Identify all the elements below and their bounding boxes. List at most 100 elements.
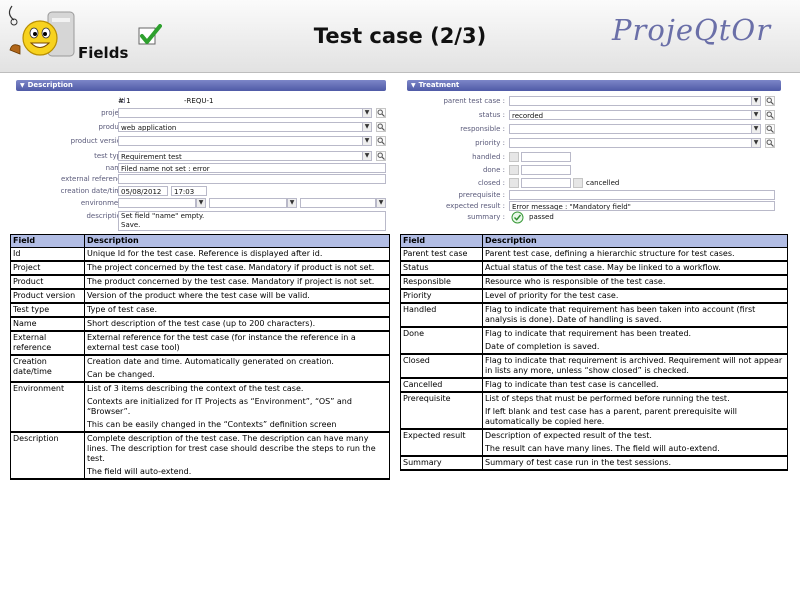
field-cell: Creation date/time [10,354,85,383]
field-cell: Test type [10,302,85,318]
chevron-down-icon[interactable]: ▼ [362,136,372,146]
handled-row: handled : [407,151,779,163]
parent-test-case-label: parent test case : [443,97,505,105]
chevron-down-icon[interactable]: ▼ [287,198,297,208]
closed-date-input[interactable] [521,178,571,188]
field-cell: Environment [10,381,85,433]
search-icon[interactable] [765,124,775,134]
test-type-row: test type : Requirement test ▼ [16,150,386,162]
search-icon[interactable] [765,138,775,148]
description-cell: The product concerned by the test case. … [84,274,390,290]
chevron-down-icon[interactable]: ▼ [362,151,372,161]
description-section-title: Description [27,81,73,89]
done-checkbox[interactable] [509,165,519,175]
description-paragraph: If left blank and test case has a parent… [485,407,738,426]
browser-select[interactable] [300,198,376,208]
table-header-row: Field Description [10,234,390,248]
treatment-section-title: Treatment [418,81,460,89]
parent-test-case-select[interactable] [509,96,752,106]
fields-label: Fields [78,44,129,62]
description-cell: Flag to indicate that requirement has be… [482,326,788,355]
status-row: status : recorded ▼ [407,109,779,121]
description-paragraph: Description of expected result of the te… [485,431,652,440]
prerequisite-textarea[interactable] [509,190,775,200]
cancelled-label: cancelled [586,179,620,187]
project-row: project : ▼ [16,107,386,119]
table-row: Closed Flag to indicate that requirement … [400,353,788,379]
table-row: Expected result Description of expected r… [400,428,788,457]
right-field-description-table: Field Description Parent test case Parent… [400,234,788,471]
description-section-header[interactable]: ▼ Description [16,80,386,91]
description-cell: Type of test case. [84,302,390,318]
field-cell: Project [10,260,85,276]
field-cell: Name [10,316,85,332]
os-select[interactable] [209,198,287,208]
field-cell: Expected result [400,428,483,457]
creation-date-input[interactable]: 05/08/2012 [118,186,168,196]
search-icon[interactable] [376,151,386,161]
responsible-select[interactable] [509,124,752,134]
expected-result-textarea[interactable]: Error message : "Mandatory field" [509,201,775,211]
name-input[interactable]: Filed name not set : error [118,163,386,173]
description-cell: The project concerned by the test case. … [84,260,390,276]
closed-checkbox[interactable] [509,178,519,188]
description-cell: Flag to indicate that requirement has be… [482,302,788,328]
table-header-row: Field Description [400,234,788,248]
description-paragraph: Unique Id for the test case. Reference i… [87,249,323,258]
table-row: Prerequisite List of steps that must be p… [400,391,788,430]
handled-label: handled : [472,153,505,161]
handled-date-input[interactable] [521,152,571,162]
product-version-select[interactable] [118,136,363,146]
product-select[interactable]: web application [118,122,363,132]
project-select[interactable] [118,108,363,118]
table-row: Cancelled Flag to indicate than test case… [400,377,788,393]
description-cell: Description of expected result of the te… [482,428,788,457]
chevron-down-icon[interactable]: ▼ [751,96,761,106]
table-row: Summary Summary of test case run in the t… [400,455,788,471]
description-line: Save. [121,221,141,229]
responsible-row: responsible : ▼ [407,123,779,135]
chevron-down-icon[interactable]: ▼ [362,108,372,118]
table-row: External reference External reference for… [10,330,390,356]
table-row: Environment List of 3 items describing th… [10,381,390,433]
description-cell: Summary of test case run in the test ses… [482,455,788,471]
search-icon[interactable] [765,110,775,120]
description-cell: Complete description of the test case. T… [84,431,390,480]
chevron-down-icon[interactable]: ▼ [751,124,761,134]
right-table-body: Parent test case Parent test case, defini… [400,247,788,471]
closed-label: closed : [477,179,505,187]
external-reference-input[interactable] [118,174,386,184]
done-date-input[interactable] [521,165,571,175]
chevron-down-icon[interactable]: ▼ [376,198,386,208]
field-cell: Parent test case [400,247,483,262]
field-cell: Id [10,247,85,262]
search-icon[interactable] [376,122,386,132]
left-table-body: Id Unique Id for the test case. Reference… [10,247,390,480]
chevron-down-icon[interactable]: ▼ [196,198,206,208]
search-icon[interactable] [376,136,386,146]
description-paragraph: Version of the product where the test ca… [87,291,310,300]
chevron-down-icon[interactable]: ▼ [362,122,372,132]
chevron-down-icon[interactable]: ▼ [751,110,761,120]
creation-time-input[interactable]: 17:03 [171,186,207,196]
treatment-section-header[interactable]: ▼ Treatment [407,80,781,91]
brand-logo-text: ProjeQtOr [612,13,772,47]
priority-select[interactable] [509,138,752,148]
cancelled-checkbox[interactable] [573,178,583,188]
test-type-select[interactable]: Requirement test [118,151,363,161]
handled-checkbox[interactable] [509,152,519,162]
description-paragraph: Flag to indicate than test case is cance… [485,380,659,389]
field-cell: Prerequisite [400,391,483,430]
status-select[interactable]: recorded [509,110,752,120]
search-icon[interactable] [376,108,386,118]
search-icon[interactable] [765,96,775,106]
description-column-header: Description [482,234,788,248]
id-reference: -REQU-1 [184,97,214,105]
description-textarea[interactable]: Set field "name" empty. Save. [118,211,386,231]
table-row: Creation date/time Creation date and time… [10,354,390,383]
chevron-down-icon[interactable]: ▼ [751,138,761,148]
environment-select[interactable] [118,198,196,208]
description-paragraph: Flag to indicate that requirement has be… [485,305,756,324]
collapse-triangle-icon: ▼ [20,82,25,89]
description-cell: Short description of the test case (up t… [84,316,390,332]
